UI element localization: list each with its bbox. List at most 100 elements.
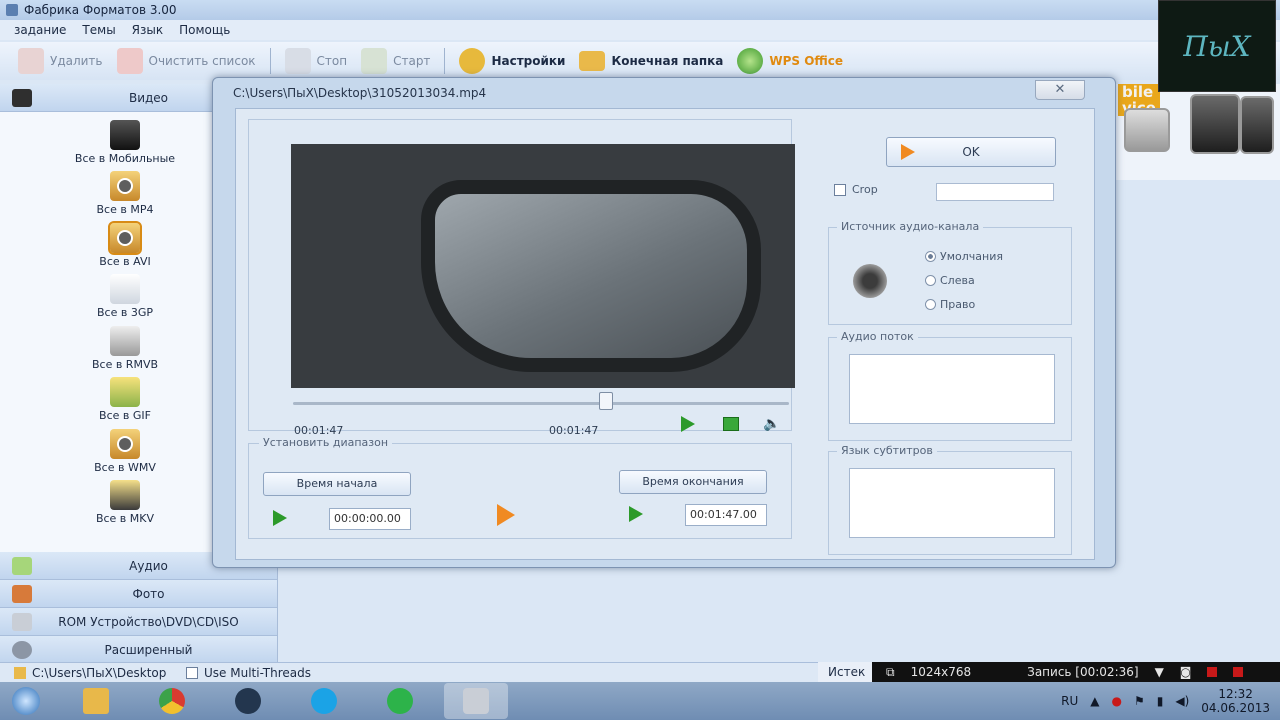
start-time-field[interactable]: 00:00:00.00 bbox=[329, 508, 411, 530]
range-panel: Установить диапазон Время начала Время о… bbox=[248, 436, 792, 539]
menu-language[interactable]: Язык bbox=[132, 23, 163, 37]
subtitle-language-group: Язык субтитров bbox=[828, 444, 1072, 555]
taskbar-mail-agent[interactable] bbox=[368, 683, 432, 719]
wmv-file-icon bbox=[110, 428, 140, 459]
radio-right-dot[interactable] bbox=[925, 299, 936, 310]
start-play-icon[interactable] bbox=[273, 510, 287, 526]
chrome-icon bbox=[159, 688, 185, 714]
crop-checkbox[interactable] bbox=[834, 183, 846, 196]
start-time-button[interactable]: Время начала bbox=[263, 472, 411, 496]
menu-themes[interactable]: Темы bbox=[82, 23, 115, 37]
end-play-icon[interactable] bbox=[629, 506, 643, 522]
settings-label: Настройки bbox=[491, 54, 566, 68]
wps-label: WPS Office bbox=[769, 54, 844, 68]
wps-office-button[interactable]: WPS Office bbox=[737, 48, 843, 74]
recorder-tray-icon[interactable]: ● bbox=[1112, 694, 1122, 708]
seek-thumb[interactable] bbox=[599, 392, 613, 410]
wps-globe-icon bbox=[737, 48, 764, 74]
radio-default[interactable]: Умолчания bbox=[925, 250, 1003, 263]
clear-label: Очистить список bbox=[148, 54, 256, 68]
stop-button[interactable]: Стоп bbox=[284, 48, 348, 74]
folder-icon bbox=[579, 51, 606, 71]
recorder-resolution: 1024x768 bbox=[910, 665, 972, 679]
audio-stream-list[interactable] bbox=[849, 354, 1055, 424]
delete-button[interactable]: Удалить bbox=[18, 48, 103, 74]
output-folder-button[interactable]: Конечная папка bbox=[579, 51, 723, 71]
taskbar-skype[interactable] bbox=[292, 683, 356, 719]
music-note-icon bbox=[12, 557, 32, 575]
gears-icon bbox=[12, 641, 32, 659]
mute-speaker-icon[interactable]: 🔈 bbox=[763, 416, 780, 432]
settings-gear-icon bbox=[459, 48, 486, 74]
end-time-button[interactable]: Время окончания bbox=[619, 470, 767, 494]
crop-label: Crop bbox=[852, 183, 878, 196]
camera-icon[interactable]: ◙ bbox=[1180, 665, 1192, 679]
format-item-label: Все в AVI bbox=[99, 254, 151, 268]
stop-icon[interactable] bbox=[723, 417, 739, 431]
tray-expand-icon[interactable]: ▲ bbox=[1090, 694, 1099, 708]
arrow-right-icon bbox=[497, 504, 515, 526]
category-advanced-label: Расширенный bbox=[104, 642, 193, 657]
audio-source-legend: Источник аудио-канала bbox=[837, 220, 984, 233]
multithread-checkbox[interactable] bbox=[186, 666, 198, 679]
mkv-file-icon bbox=[110, 480, 140, 510]
screen-recorder-bar: ⧉ 1024x768 Запись [00:02:36] ▼ ◙ bbox=[872, 662, 1280, 682]
ok-arrow-icon bbox=[901, 144, 915, 160]
radio-default-dot[interactable] bbox=[925, 251, 936, 262]
radio-left-dot[interactable] bbox=[925, 275, 936, 286]
start-icon bbox=[361, 48, 388, 74]
seek-bar[interactable] bbox=[293, 402, 789, 405]
stop-icon bbox=[284, 48, 311, 74]
dialog-title: C:\Users\ПыХ\Desktop\31052013034.mp4 bbox=[233, 86, 487, 100]
menu-help[interactable]: Помощь bbox=[179, 23, 230, 37]
clip-settings-dialog: C:\Users\ПыХ\Desktop\31052013034.mp4 ✕ 0… bbox=[212, 77, 1116, 568]
radio-default-label: Умолчания bbox=[940, 250, 1003, 263]
audio-source-group: Источник аудио-канала Умолчания Слева Пр… bbox=[828, 220, 1072, 325]
close-button[interactable]: ✕ bbox=[1035, 80, 1085, 100]
volume-icon[interactable]: ◀) bbox=[1175, 694, 1189, 708]
ok-label: OK bbox=[962, 145, 980, 159]
network-icon[interactable]: ▮ bbox=[1157, 694, 1164, 708]
radio-left[interactable]: Слева bbox=[925, 274, 975, 287]
format-item-label: Все в MKV bbox=[95, 512, 155, 525]
taskbar-media-player[interactable] bbox=[216, 683, 280, 719]
taskbar-format-factory[interactable] bbox=[444, 683, 508, 719]
flag-icon[interactable]: ⚑ bbox=[1134, 694, 1145, 708]
toolbar-separator bbox=[444, 48, 446, 74]
record-pause-icon[interactable] bbox=[1207, 667, 1218, 677]
windows-taskbar: RU ▲ ● ⚑ ▮ ◀) 12:32 04.06.2013 bbox=[0, 682, 1280, 720]
taskbar-explorer[interactable] bbox=[64, 683, 128, 719]
play-icon[interactable] bbox=[681, 416, 695, 432]
record-stop-icon[interactable] bbox=[1233, 667, 1244, 677]
radio-right[interactable]: Право bbox=[925, 298, 975, 311]
start-button[interactable] bbox=[0, 682, 52, 720]
category-advanced[interactable]: Расширенный bbox=[0, 636, 277, 664]
settings-button[interactable]: Настройки bbox=[459, 48, 565, 74]
folder-small-icon bbox=[14, 666, 26, 679]
video-frame-image bbox=[421, 180, 761, 372]
category-photo[interactable]: Фото bbox=[0, 580, 277, 608]
end-time-field[interactable]: 00:01:47.00 bbox=[685, 504, 767, 526]
stop-label: Стоп bbox=[316, 54, 348, 68]
crop-field[interactable] bbox=[936, 183, 1054, 201]
recorder-dropdown-icon[interactable]: ▼ bbox=[1155, 665, 1164, 679]
skype-icon bbox=[311, 688, 337, 714]
at-mail-icon bbox=[387, 688, 413, 714]
language-indicator[interactable]: RU bbox=[1061, 694, 1078, 708]
multithread-option[interactable]: Use Multi-Threads bbox=[186, 666, 311, 680]
clear-list-button[interactable]: Очистить список bbox=[116, 48, 256, 74]
category-photo-label: Фото bbox=[132, 586, 165, 601]
app-titlebar: Фабрика Форматов 3.00 bbox=[0, 0, 1280, 20]
taskbar-chrome[interactable] bbox=[140, 683, 204, 719]
audio-stream-legend: Аудио поток bbox=[837, 330, 918, 343]
clock[interactable]: 12:32 04.06.2013 bbox=[1201, 687, 1270, 715]
subtitle-language-list[interactable] bbox=[849, 468, 1055, 538]
menu-task[interactable]: задание bbox=[14, 23, 66, 37]
format-item-label: Все в GIF bbox=[99, 409, 151, 422]
ok-button[interactable]: OK bbox=[886, 137, 1056, 167]
avi-file-icon bbox=[108, 220, 142, 255]
category-rom-device[interactable]: ROM Устройство\DVD\CD\ISO bbox=[0, 608, 277, 636]
start-button[interactable]: Старт bbox=[361, 48, 430, 74]
subtitle-legend: Язык субтитров bbox=[837, 444, 937, 457]
crop-option[interactable]: Crop bbox=[834, 183, 878, 196]
